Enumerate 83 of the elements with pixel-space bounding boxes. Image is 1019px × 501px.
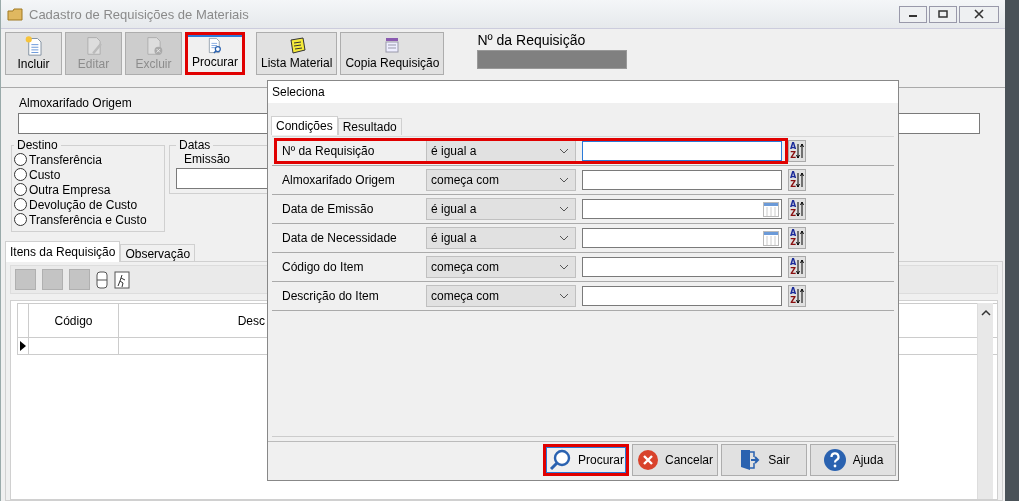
up-down-arrows-icon <box>796 201 805 217</box>
field-label: Nº da Requisição <box>477 32 587 48</box>
tab[interactable]: Itens da Requisição <box>5 241 121 262</box>
condition-value-field[interactable] <box>582 257 782 277</box>
walking-figure-icon[interactable] <box>114 270 130 289</box>
chevron-down-icon <box>559 293 569 299</box>
chevron-down-icon <box>559 177 569 183</box>
restore-icon <box>938 9 948 19</box>
chevron-down-icon <box>559 206 569 212</box>
calendar-icon[interactable] <box>763 230 779 246</box>
current-row-icon <box>20 341 26 351</box>
sort-button[interactable]: A Z <box>788 256 807 278</box>
sort-button[interactable]: A Z <box>788 198 807 220</box>
search-icon <box>548 448 572 472</box>
radio-label: Transferência <box>29 152 102 167</box>
sort-button[interactable]: A Z <box>788 285 807 307</box>
radio-button[interactable] <box>14 213 27 226</box>
search-button[interactable]: Procurar <box>185 32 245 75</box>
condition-field-label: Data de Emissão <box>281 202 375 216</box>
up-down-arrows-icon <box>796 230 805 246</box>
tab[interactable]: Observação <box>120 244 196 261</box>
condition-value-field[interactable] <box>582 286 782 306</box>
tab[interactable]: Resultado <box>337 118 402 135</box>
help-button[interactable]: Ajuda <box>810 444 896 476</box>
operator-dropdown[interactable]: é igual a <box>426 198 576 220</box>
column-header: Código <box>29 304 119 337</box>
restore-button[interactable] <box>929 5 957 23</box>
help-icon <box>822 448 847 472</box>
calendar-icon[interactable] <box>763 201 779 217</box>
cylinder-icon[interactable] <box>96 270 108 289</box>
column-header: Desc <box>236 312 265 330</box>
condition-value-field[interactable] <box>582 199 782 219</box>
close-circle-icon <box>637 449 659 471</box>
radio-label: Transferência e Custo <box>29 212 147 227</box>
radio-label: Devolução de Custo <box>29 197 138 212</box>
radio-button[interactable] <box>14 153 27 166</box>
close-icon <box>974 9 984 19</box>
condition-value-field[interactable] <box>582 170 782 190</box>
close-button[interactable] <box>959 5 999 23</box>
field-label: Emissão <box>183 152 230 166</box>
sort-button[interactable]: A Z <box>788 140 807 162</box>
exit-button[interactable]: Sair <box>721 444 807 476</box>
condition-field-label: Descrição do Item <box>281 289 380 303</box>
condition-field-label: Código do Item <box>281 260 365 274</box>
cancel-button[interactable]: Cancelar <box>632 444 718 476</box>
condition-value-field[interactable] <box>582 228 782 248</box>
sort-button[interactable]: A Z <box>788 169 807 191</box>
radio-label: Custo <box>29 167 61 182</box>
search-button[interactable]: Procurar <box>543 444 629 476</box>
window-title: Cadastro de Requisições de Materiais <box>29 6 249 22</box>
condition-field-label: Nº da Requisição <box>281 144 376 158</box>
chevron-down-icon <box>559 235 569 241</box>
radio-button[interactable] <box>14 198 27 211</box>
scroll-up-icon[interactable] <box>980 309 991 317</box>
minimize-button[interactable] <box>899 5 927 23</box>
chevron-down-icon <box>559 148 569 154</box>
condition-value-field[interactable] <box>582 141 782 161</box>
operator-dropdown[interactable]: é igual a <box>426 227 576 249</box>
chevron-down-icon <box>559 264 569 270</box>
up-down-arrows-icon <box>796 288 805 304</box>
condition-field-label: Data de Necessidade <box>281 231 398 245</box>
radio-label: Outra Empresa <box>29 182 111 197</box>
list-button[interactable]: Lista Material <box>256 32 338 75</box>
operator-dropdown[interactable]: começa com <box>426 169 576 191</box>
vertical-scrollbar[interactable] <box>977 303 993 499</box>
folder-icon <box>7 6 23 22</box>
up-down-arrows-icon <box>796 259 805 275</box>
new-button[interactable]: Incluir <box>5 32 62 75</box>
radio-button[interactable] <box>14 168 27 181</box>
field-label: Almoxarifado Origem <box>18 96 133 110</box>
copy-button[interactable]: Copia Requisição <box>340 32 445 75</box>
dialog-title: Seleciona <box>272 85 325 99</box>
condition-field-label: Almoxarifado Origem <box>281 173 396 187</box>
radio-button[interactable] <box>14 183 27 196</box>
operator-dropdown[interactable]: começa com <box>426 256 576 278</box>
up-down-arrows-icon <box>796 172 805 188</box>
group-title: Datas <box>178 138 212 152</box>
up-down-arrows-icon <box>796 143 805 159</box>
operator-dropdown[interactable]: é igual a <box>426 140 576 162</box>
sort-button[interactable]: A Z <box>788 227 807 249</box>
tab[interactable]: Condições <box>271 116 338 135</box>
group-title: Destino <box>16 138 59 152</box>
operator-dropdown[interactable]: começa com <box>426 285 576 307</box>
